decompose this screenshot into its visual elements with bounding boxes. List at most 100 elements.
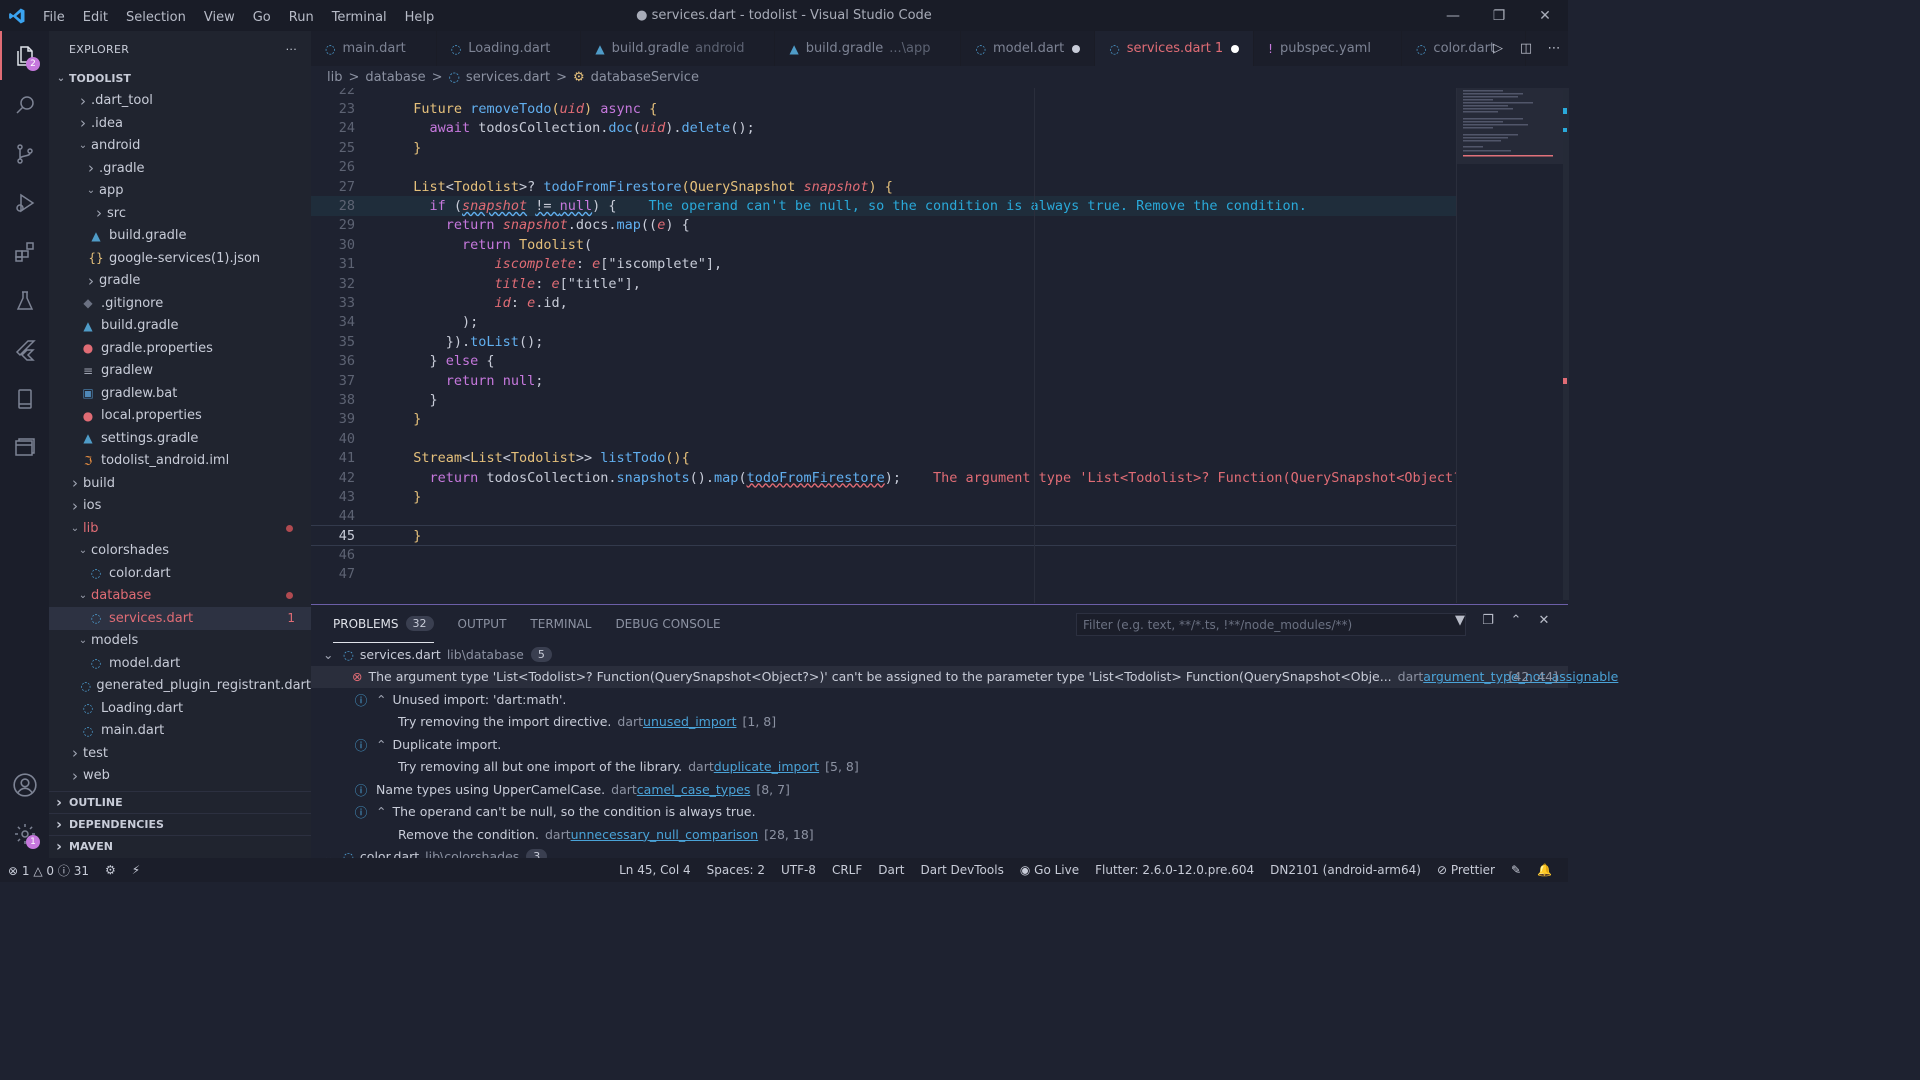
language-mode[interactable]: Dart bbox=[878, 863, 904, 877]
breadcrumb-item[interactable]: lib bbox=[327, 70, 342, 85]
encoding[interactable]: UTF-8 bbox=[781, 863, 816, 877]
tree-item-loading-dart[interactable]: ◌ Loading.dart bbox=[49, 697, 311, 720]
problem-item[interactable]: ⊗ The argument type 'List<Todolist>? Func… bbox=[311, 665, 1618, 688]
tree-item-model-dart[interactable]: ◌ model.dart bbox=[49, 652, 311, 675]
tab-pubspec-yaml[interactable]: ! pubspec.yaml bbox=[1254, 31, 1402, 66]
problem-item[interactable]: Try removing the import directive. dart un… bbox=[311, 711, 1568, 734]
problem-code-link[interactable]: unnecessary_null_comparison bbox=[571, 827, 759, 842]
code-line[interactable]: 25 } bbox=[311, 138, 1456, 157]
line-ending[interactable]: CRLF bbox=[832, 863, 862, 877]
breadcrumb-item[interactable]: services.dart bbox=[466, 70, 550, 85]
restore-icon[interactable]: ❐ bbox=[1476, 0, 1522, 31]
tab-services-dart[interactable]: ◌ services.dart 1 bbox=[1095, 31, 1255, 66]
section-dependencies[interactable]: › DEPENDENCIES bbox=[49, 813, 311, 835]
split-editor-icon[interactable]: ◫ bbox=[1512, 41, 1540, 56]
problem-item[interactable]: ⓘ ⌃ The operand can't be null, so the cond… bbox=[311, 801, 1568, 824]
search-icon[interactable] bbox=[0, 80, 49, 129]
problem-code-link[interactable]: unused_import bbox=[643, 714, 736, 729]
problem-item[interactable]: Remove the condition. dart unnecessary_nul… bbox=[311, 823, 1568, 846]
code-line[interactable]: 37 return null; bbox=[311, 371, 1456, 390]
run-debug-icon[interactable] bbox=[0, 178, 49, 227]
code-line[interactable]: 44 bbox=[311, 507, 1456, 526]
tree-item-todolist-android-iml[interactable]: ℑtodolist_android.iml bbox=[49, 450, 311, 473]
problem-item[interactable]: ⓘ ⌃ Unused import: 'dart:math'. bbox=[311, 688, 1568, 711]
modified-dot-icon[interactable] bbox=[1231, 44, 1240, 53]
collapse-all-icon[interactable]: ❐ bbox=[1474, 613, 1502, 628]
tree-item-app[interactable]: ⌄ app bbox=[49, 180, 311, 203]
tab-build-gradle[interactable]: ▲ build.gradle android bbox=[581, 31, 776, 66]
code-line[interactable]: 39 } bbox=[311, 410, 1456, 429]
menu-help[interactable]: Help bbox=[405, 10, 435, 25]
code-line[interactable]: 23 Future removeTodo(uid) async { bbox=[311, 99, 1456, 118]
tree-item-test[interactable]: › test bbox=[49, 742, 311, 765]
menu-go[interactable]: Go bbox=[253, 10, 271, 25]
section-maven[interactable]: › MAVEN bbox=[49, 835, 311, 857]
problem-code-link[interactable]: camel_case_types bbox=[637, 782, 751, 797]
minimap[interactable] bbox=[1456, 88, 1569, 603]
cursor-position[interactable]: Ln 45, Col 4 bbox=[619, 863, 691, 877]
tree-item-gradle[interactable]: › gradle bbox=[49, 270, 311, 293]
code-line[interactable]: 36 } else { bbox=[311, 351, 1456, 370]
tree-item-colorshades[interactable]: ⌄ colorshades bbox=[49, 540, 311, 563]
tree-item-settings-gradle[interactable]: ▲ settings.gradle bbox=[49, 427, 311, 450]
menu-edit[interactable]: Edit bbox=[83, 10, 108, 25]
dart-devtools[interactable]: Dart DevTools bbox=[920, 863, 1003, 877]
code-line[interactable]: 45 } bbox=[311, 524, 1456, 547]
go-live[interactable]: ◉ Go Live bbox=[1020, 863, 1079, 877]
code-line[interactable]: 41 Stream<List<Todolist>> listTodo(){ bbox=[311, 448, 1456, 467]
code-line[interactable]: 24 await todosCollection.doc(uid).delete… bbox=[311, 119, 1456, 138]
tree-item-build-gradle[interactable]: ▲ build.gradle bbox=[49, 225, 311, 248]
tree-item--dart-tool[interactable]: › .dart_tool bbox=[49, 90, 311, 113]
code-editor[interactable]: 22 23 Future removeTodo(uid) async {24 aw… bbox=[311, 88, 1456, 603]
problem-item[interactable]: ⓘ ⌃ Duplicate import. bbox=[311, 733, 1568, 756]
prettier[interactable]: ⊘ Prettier bbox=[1437, 863, 1495, 877]
tree-item-gradlew-bat[interactable]: ▣ gradlew.bat bbox=[49, 382, 311, 405]
tree-item-gradlew[interactable]: ≡ gradlew bbox=[49, 360, 311, 383]
tree-item-web[interactable]: › web bbox=[49, 765, 311, 788]
code-line[interactable]: 34 ); bbox=[311, 313, 1456, 332]
minimize-icon[interactable]: — bbox=[1430, 0, 1476, 31]
problems-status[interactable]: ⊗ 1 △ 0 ⓘ 31 bbox=[8, 862, 89, 879]
tab-loading-dart[interactable]: ◌ Loading.dart bbox=[437, 31, 582, 66]
tree-item-src[interactable]: › src bbox=[49, 202, 311, 225]
code-line[interactable]: 29 return snapshot.docs.map((e) { bbox=[311, 216, 1456, 235]
code-line[interactable]: 22 bbox=[311, 88, 1456, 99]
problem-file-group[interactable]: ⌄ ◌ services.dart lib\database 5 bbox=[311, 643, 1568, 666]
section-outline[interactable]: › OUTLINE bbox=[49, 791, 311, 813]
tree-item-build[interactable]: › build bbox=[49, 472, 311, 495]
source-control-icon[interactable] bbox=[0, 129, 49, 178]
device-icon[interactable] bbox=[0, 374, 49, 423]
code-line[interactable]: 40 bbox=[311, 429, 1456, 448]
tree-item--gitignore[interactable]: ◆ .gitignore bbox=[49, 292, 311, 315]
tab-build-gradle[interactable]: ▲ build.gradle ...\app bbox=[775, 31, 962, 66]
tree-item-ios[interactable]: › ios bbox=[49, 495, 311, 518]
tree-item-lib[interactable]: ⌄ lib bbox=[49, 517, 311, 540]
problem-item[interactable]: ⓘ Name types using UpperCamelCase. dart cam… bbox=[311, 778, 1568, 801]
code-line[interactable]: 31 iscomplete: e["iscomplete"], bbox=[311, 255, 1456, 274]
sync-icon[interactable]: ⚙ bbox=[105, 863, 116, 877]
code-line[interactable]: 30 return Todolist( bbox=[311, 235, 1456, 254]
accounts-icon[interactable] bbox=[0, 760, 49, 809]
code-line[interactable]: 47 bbox=[311, 565, 1456, 584]
code-line[interactable]: 38 } bbox=[311, 390, 1456, 409]
notifications-icon[interactable]: 🔔 bbox=[1537, 863, 1552, 877]
code-line[interactable]: 28 if (snapshot != null) {The operand ca… bbox=[311, 196, 1456, 216]
panel-tab-debug-console[interactable]: DEBUG CONSOLE bbox=[615, 605, 720, 643]
menu-view[interactable]: View bbox=[204, 10, 235, 25]
code-line[interactable]: 27 List<Todolist>? todoFromFirestore(Que… bbox=[311, 177, 1456, 196]
tree-item-generated-plugin-registrant-dart[interactable]: ◌ generated_plugin_registrant.dart bbox=[49, 675, 311, 698]
flutter-version[interactable]: Flutter: 2.6.0-12.0.pre.604 bbox=[1095, 863, 1254, 877]
remote-explorer-icon[interactable] bbox=[0, 423, 49, 472]
feedback-icon[interactable]: ✎ bbox=[1511, 863, 1521, 877]
panel-tab-output[interactable]: OUTPUT bbox=[458, 605, 507, 643]
tab-main-dart[interactable]: ◌ main.dart bbox=[311, 31, 437, 66]
problem-item[interactable]: Try removing all but one import of the l… bbox=[311, 756, 1568, 779]
run-icon[interactable]: ▷ bbox=[1484, 41, 1512, 56]
maximize-panel-icon[interactable]: ⌃ bbox=[1502, 613, 1530, 628]
panel-tab-terminal[interactable]: TERMINAL bbox=[530, 605, 591, 643]
device-selector[interactable]: DN2101 (android-arm64) bbox=[1270, 863, 1421, 877]
panel-tab-problems[interactable]: PROBLEMS 32 bbox=[333, 605, 434, 643]
explorer-icon[interactable]: 2 bbox=[0, 31, 49, 80]
code-line[interactable]: 35 }).toList(); bbox=[311, 332, 1456, 351]
code-line[interactable]: 43 } bbox=[311, 487, 1456, 506]
